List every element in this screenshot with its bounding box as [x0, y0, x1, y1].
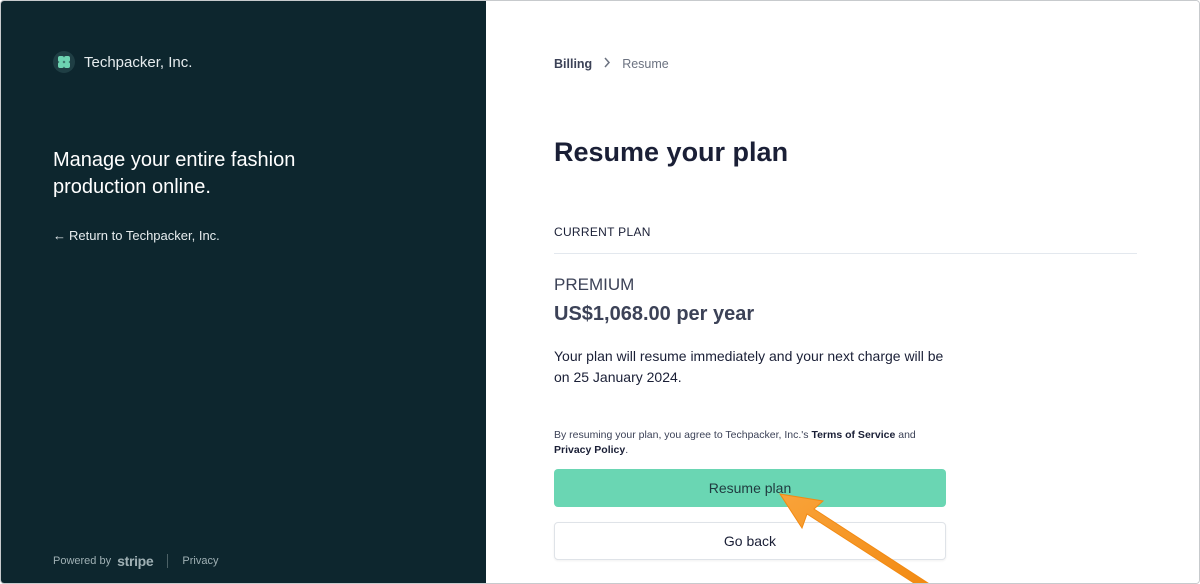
- privacy-policy-link[interactable]: Privacy Policy: [554, 444, 625, 456]
- legal-middle: and: [895, 429, 916, 441]
- brand-name: Techpacker, Inc.: [84, 53, 193, 71]
- plan-price: US$1,068.00 per year: [554, 303, 755, 325]
- tagline: Manage your entire fashion production on…: [53, 149, 296, 198]
- current-plan-label: CURRENT PLAN: [554, 225, 651, 239]
- legal-prefix: By resuming your plan, you agree to Tech…: [554, 429, 812, 441]
- stripe-logo[interactable]: stripe: [117, 553, 154, 569]
- right-panel: Billing Resume Resume your plan CURRENT …: [486, 1, 1199, 583]
- breadcrumb-current: Resume: [622, 56, 669, 71]
- page-title: Resume your plan: [554, 137, 789, 167]
- footer: Powered by stripe Privacy: [53, 553, 218, 569]
- resume-plan-button[interactable]: Resume plan: [554, 469, 946, 507]
- legal-suffix: .: [625, 443, 629, 456]
- chevron-right-icon: [603, 56, 611, 71]
- legal-notice: By resuming your plan, you agree to Tech…: [554, 428, 954, 457]
- plan-name: PREMIUM: [554, 275, 635, 294]
- footer-divider: [167, 554, 169, 568]
- breadcrumb: Billing Resume: [554, 56, 669, 71]
- go-back-button[interactable]: Go back: [554, 522, 946, 560]
- left-panel: Techpacker, Inc. Manage your entire fash…: [1, 1, 486, 583]
- return-link-label: Return to Techpacker, Inc.: [69, 228, 220, 243]
- techpacker-logo-icon: [53, 51, 75, 73]
- breadcrumb-billing[interactable]: Billing: [554, 57, 592, 71]
- plan-description: Your plan will resume immediately and yo…: [554, 348, 944, 385]
- arrow-left-icon: ←: [53, 228, 66, 243]
- brand: Techpacker, Inc.: [53, 51, 192, 73]
- terms-of-service-link[interactable]: Terms of Service: [811, 429, 895, 441]
- powered-by-label: Powered by: [53, 555, 112, 567]
- return-link[interactable]: ← Return to Techpacker, Inc.: [53, 228, 220, 243]
- privacy-link[interactable]: Privacy: [182, 555, 218, 567]
- section-divider: [554, 253, 1137, 254]
- window-frame: Techpacker, Inc. Manage your entire fash…: [0, 0, 1200, 584]
